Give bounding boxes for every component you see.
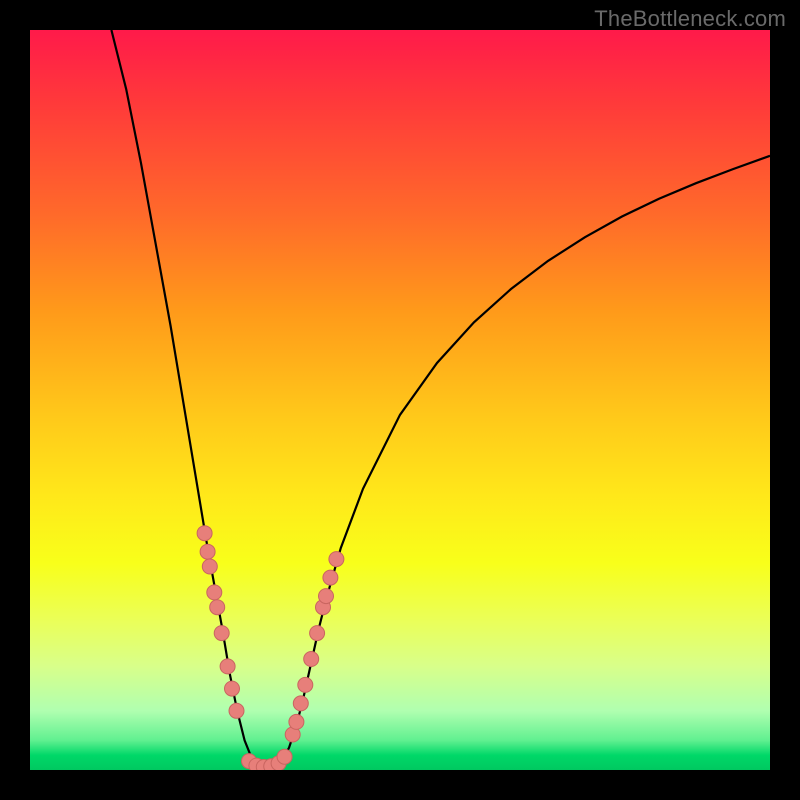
data-marker — [214, 626, 229, 641]
data-marker — [298, 677, 313, 692]
data-marker — [197, 526, 212, 541]
data-marker — [200, 544, 215, 559]
data-marker — [207, 585, 222, 600]
data-marker — [329, 552, 344, 567]
data-marker — [323, 570, 338, 585]
data-marker — [319, 589, 334, 604]
data-marker — [220, 659, 235, 674]
data-marker — [310, 626, 325, 641]
data-marker — [202, 559, 217, 574]
data-marker — [210, 600, 225, 615]
data-markers — [197, 526, 344, 770]
data-marker — [229, 703, 244, 718]
data-marker — [289, 714, 304, 729]
data-marker — [225, 681, 240, 696]
data-marker — [304, 652, 319, 667]
data-marker — [293, 696, 308, 711]
chart-frame: TheBottleneck.com — [0, 0, 800, 800]
plot-area — [30, 30, 770, 770]
bottleneck-curve-right — [267, 156, 770, 768]
bottleneck-curve-left — [111, 30, 266, 768]
chart-svg — [30, 30, 770, 770]
watermark-text: TheBottleneck.com — [594, 6, 786, 32]
data-marker — [277, 749, 292, 764]
